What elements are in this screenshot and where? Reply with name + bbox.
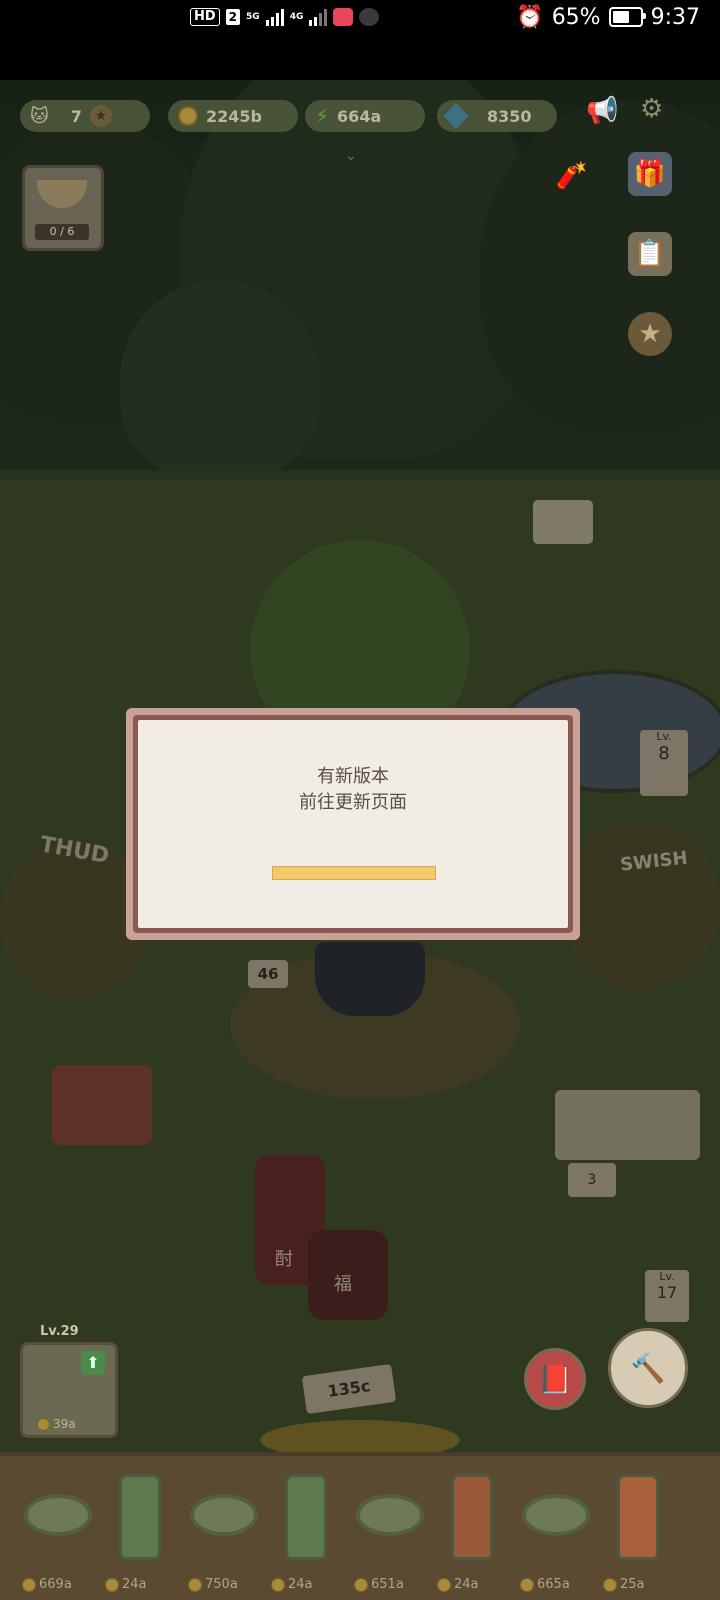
bolt-icon: ⚡: [315, 104, 330, 128]
recipe-card[interactable]: 0 / 6: [22, 165, 104, 251]
tray-item-price-value: 669a: [39, 1577, 72, 1592]
noodle-bowl-icon: [37, 180, 87, 208]
gear-icon[interactable]: ⚙: [640, 94, 663, 124]
tray-item[interactable]: 24a: [433, 1466, 513, 1596]
tray-item-price: 665a: [520, 1577, 570, 1592]
food-bowl-icon: [522, 1494, 590, 1536]
tray-item[interactable]: 24a: [267, 1466, 347, 1596]
coin-icon: [354, 1577, 368, 1592]
upgrade-arrow-icon: ⬆: [81, 1351, 105, 1375]
coin-icon: [188, 1577, 202, 1592]
upgrade-price: 39a: [37, 1417, 76, 1431]
build-level: Lv.29: [40, 1324, 79, 1339]
tray-item[interactable]: 651a: [350, 1466, 430, 1596]
wechat-icon: [359, 8, 380, 26]
tray-item-price-value: 24a: [122, 1577, 147, 1592]
dialog-title: 有新版本: [317, 766, 389, 787]
star-icon: ★: [89, 105, 112, 127]
recipe-count: 0 / 6: [35, 224, 89, 240]
coin-icon: [603, 1577, 617, 1592]
energy-value: 664a: [337, 106, 382, 126]
food-bowl-icon: [190, 1494, 258, 1536]
cat-icon: 🐱: [30, 105, 49, 127]
tray-item[interactable]: 669a: [18, 1466, 98, 1596]
tray-item-price: 25a: [603, 1577, 645, 1592]
signal-4g-icon: [309, 8, 328, 26]
medal-icon[interactable]: ★: [628, 312, 672, 356]
clock: 9:37: [650, 4, 700, 30]
status-left: HD 2 5G 4G: [190, 2, 380, 32]
hd-badge: HD: [190, 8, 220, 26]
notepad-icon[interactable]: 📋: [628, 232, 672, 276]
reader-app-icon: [333, 8, 354, 26]
status-bar: HD 2 5G 4G ⏰ 65% 9:37: [0, 0, 720, 80]
tray-item-price-value: 25a: [620, 1577, 645, 1592]
tray-item-price-value: 750a: [205, 1577, 238, 1592]
signal-5g-icon: [265, 8, 284, 26]
food-bowl-icon: [356, 1494, 424, 1536]
network-5g-label: 5G: [246, 12, 260, 22]
alarm-icon: ⏰: [516, 4, 544, 30]
tray-item[interactable]: 665a: [516, 1466, 596, 1596]
tray-item-price: 24a: [271, 1577, 313, 1592]
upgrade-price-value: 39a: [53, 1417, 76, 1431]
food-bowl-icon: [24, 1494, 92, 1536]
coin-icon: [271, 1577, 285, 1592]
food-tray: 669a 24a 750a 24a 651a 24a 665a 25a: [0, 1452, 720, 1600]
gems-value: 8350: [487, 106, 532, 126]
potion-jar-icon: [451, 1474, 493, 1560]
tray-item-price: 750a: [188, 1577, 238, 1592]
gems-pill[interactable]: 8350: [437, 100, 557, 132]
game-scene[interactable]: 46 酎 福 3 Lv. 8 Lv. 17 135c THUD SWISH 🐱 …: [0, 80, 720, 1600]
hammer-icon[interactable]: 🔨: [608, 1328, 688, 1408]
tray-item-price-value: 651a: [371, 1577, 404, 1592]
tray-item-price-value: 24a: [454, 1577, 479, 1592]
cat-count: 7: [70, 106, 82, 126]
gem-icon: [443, 103, 469, 129]
tray-item-price: 651a: [354, 1577, 404, 1592]
recipe-book-icon[interactable]: 📕: [524, 1348, 586, 1410]
speaker-icon[interactable]: 📢: [586, 96, 618, 126]
coin-icon: [178, 106, 198, 126]
coin-icon: [105, 1577, 119, 1592]
coin-icon: [22, 1577, 36, 1592]
tray-item[interactable]: 24a: [101, 1466, 181, 1596]
battery-icon: [608, 7, 646, 27]
potion-jar-icon: [119, 1474, 161, 1560]
expand-chevron-icon[interactable]: ⌄: [345, 148, 357, 164]
cat-count-pill[interactable]: 🐱 7 ★: [20, 100, 150, 132]
update-progress-bar: [272, 866, 436, 880]
dialog-message: 前往更新页面: [299, 792, 407, 813]
coins-pill[interactable]: 2245b: [168, 100, 298, 132]
tray-item-price-value: 24a: [288, 1577, 313, 1592]
tray-item[interactable]: 25a: [599, 1466, 679, 1596]
tray-item-price: 24a: [437, 1577, 479, 1592]
dialog-frame: 有新版本 前往更新页面: [133, 715, 573, 933]
update-dialog[interactable]: 有新版本 前往更新页面: [126, 708, 580, 940]
firework-icon[interactable]: 🧨: [550, 154, 594, 198]
tray-item-price: 24a: [105, 1577, 147, 1592]
energy-pill[interactable]: ⚡ 664a: [305, 100, 425, 132]
gift-icon[interactable]: 🎁: [628, 152, 672, 196]
tray-item-price: 669a: [22, 1577, 72, 1592]
tray-item[interactable]: 750a: [184, 1466, 264, 1596]
potion-jar-icon: [617, 1474, 659, 1560]
upgrade-card[interactable]: ⬆ 39a: [20, 1342, 118, 1438]
status-right: ⏰ 65% 9:37: [516, 2, 700, 32]
coin-icon: [37, 1417, 50, 1431]
battery-percent: 65%: [551, 4, 601, 30]
coin-icon: [437, 1577, 451, 1592]
coin-icon: [520, 1577, 534, 1592]
dialog-body: 有新版本 前往更新页面: [138, 720, 568, 928]
network-4g-label: 4G: [289, 12, 304, 22]
coins-value: 2245b: [206, 106, 262, 126]
tray-item-price-value: 665a: [537, 1577, 570, 1592]
sim-badge: 2: [225, 9, 241, 25]
potion-jar-icon: [285, 1474, 327, 1560]
